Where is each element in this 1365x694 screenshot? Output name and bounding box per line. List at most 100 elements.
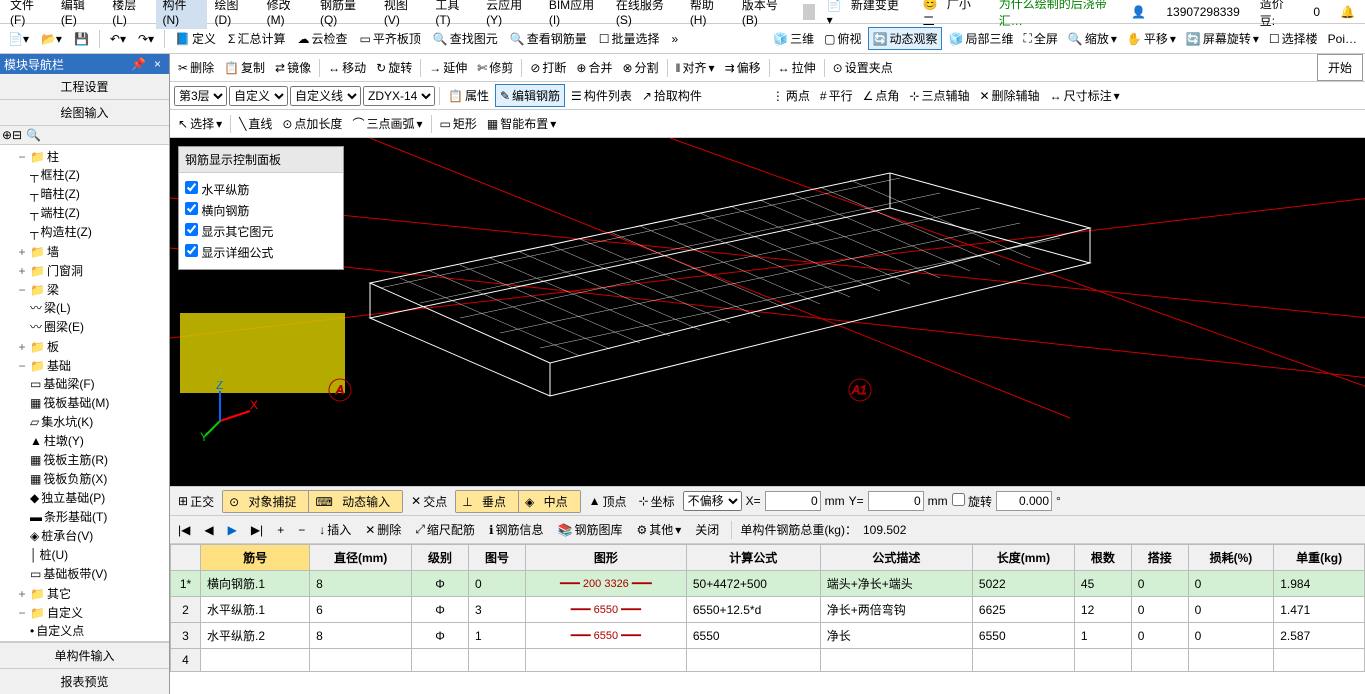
menu-version[interactable]: 版本号(B) xyxy=(736,0,797,29)
th-lap[interactable]: 搭接 xyxy=(1131,545,1188,571)
menu-rebar[interactable]: 钢筋量(Q) xyxy=(314,0,376,29)
th-grade[interactable]: 级别 xyxy=(412,545,469,571)
close-button[interactable]: 关闭 xyxy=(691,519,723,540)
menu-file[interactable]: 文件(F) xyxy=(4,0,53,29)
cloud-check-button[interactable]: ☁ 云检查 xyxy=(293,28,351,49)
top-view-button[interactable]: ▢ 俯视 xyxy=(820,27,865,50)
offset-button[interactable]: ⇉ 偏移 xyxy=(721,57,765,78)
component-list-button[interactable]: ☰ 构件列表 xyxy=(567,85,636,106)
two-point-button[interactable]: ⋮ 两点 xyxy=(768,85,814,106)
perp-toggle[interactable]: ⊥ 垂点 xyxy=(456,491,519,512)
stretch-button[interactable]: ↔ 拉伸 xyxy=(774,57,820,78)
view-rebar-qty-button[interactable]: 🔍 查看钢筋量 xyxy=(506,28,591,49)
insert-row-button[interactable]: ↓ 插入 xyxy=(315,519,355,540)
menu-modify[interactable]: 修改(M) xyxy=(261,0,312,29)
open-file-icon[interactable]: 📂▾ xyxy=(37,30,66,48)
coord-toggle[interactable]: ⊹ 坐标 xyxy=(635,491,679,512)
nav-first-icon[interactable]: |◀ xyxy=(174,521,194,539)
tree-ring-beam[interactable]: 〰 圈梁(E) xyxy=(30,317,167,336)
table-row[interactable]: 4 xyxy=(171,649,1365,672)
line-tool[interactable]: ╲ 直线 xyxy=(235,113,276,134)
tree-constr-col[interactable]: ┬ 构造柱(Z) xyxy=(30,222,167,241)
three-point-axis-button[interactable]: ⊹ 三点辅轴 xyxy=(905,85,973,106)
offset-select[interactable]: 不偏移 xyxy=(683,491,742,511)
set-grip-button[interactable]: ⊙ 设置夹点 xyxy=(829,57,897,78)
tab-draw-input[interactable]: 绘图输入 xyxy=(0,100,169,126)
menu-cloud[interactable]: 云应用(Y) xyxy=(480,0,541,29)
tree-slab[interactable]: +📁 板 xyxy=(16,337,167,356)
align-button[interactable]: ‖ 对齐 ▾ xyxy=(672,57,719,78)
tree-end-col[interactable]: ┬ 端柱(Z) xyxy=(30,203,167,222)
tree-other[interactable]: +📁 其它 xyxy=(16,584,167,603)
move-button[interactable]: ↔ 移动 xyxy=(324,57,370,78)
y-input[interactable] xyxy=(868,491,924,511)
floor-select[interactable]: 第3层 xyxy=(174,86,227,106)
tree-wall[interactable]: +📁 墙 xyxy=(16,242,167,261)
poi-button[interactable]: Poi… xyxy=(1324,27,1361,50)
menu-help[interactable]: 帮助(H) xyxy=(684,0,734,29)
custom-select[interactable]: 自定义 xyxy=(229,86,288,106)
delete-row-button[interactable]: ✕ 删除 xyxy=(361,519,405,540)
orthogonal-toggle[interactable]: ⊞ 正交 xyxy=(174,491,218,512)
tree-sump[interactable]: ▱ 集水坑(K) xyxy=(30,412,167,431)
menu-bim[interactable]: BIM应用(I) xyxy=(543,0,608,29)
pick-component-button[interactable]: ↗ 拾取构件 xyxy=(638,85,706,106)
local-3d-button[interactable]: 🧊 局部三维 xyxy=(944,27,1017,50)
snap-toggle[interactable]: ⊙ 对象捕捉 xyxy=(223,491,309,512)
tree-expand-icon[interactable]: ⊕⊟ xyxy=(2,128,22,142)
tree-found-strip[interactable]: ▭ 基础板带(V) xyxy=(30,564,167,583)
screen-rotate-button[interactable]: 🔄 屏幕旋转 ▾ xyxy=(1182,27,1263,50)
check-detail-formula[interactable]: 显示详细公式 xyxy=(185,242,337,263)
undo-icon[interactable]: ↶▾ xyxy=(106,30,130,48)
dynamic-input-toggle[interactable]: ⌨ 动态输入 xyxy=(309,491,402,512)
menu-online[interactable]: 在线服务(S) xyxy=(610,0,682,29)
tree-iso-found[interactable]: ◆ 独立基础(P) xyxy=(30,488,167,507)
find-element-button[interactable]: 🔍 查找图元 xyxy=(429,28,502,49)
th-count[interactable]: 根数 xyxy=(1074,545,1131,571)
select-floor-button[interactable]: ☐ 选择楼 xyxy=(1265,27,1322,50)
nav-prev-icon[interactable]: ◀ xyxy=(200,521,217,539)
summary-calc-button[interactable]: Σ 汇总计算 xyxy=(224,28,289,49)
tab-report-preview[interactable]: 报表预览 xyxy=(0,668,169,694)
tab-single-component[interactable]: 单构件输入 xyxy=(0,642,169,668)
th-dia[interactable]: 直径(mm) xyxy=(310,545,412,571)
menu-component[interactable]: 构件(N) xyxy=(156,0,206,29)
tree-custom-point[interactable]: • 自定义点 xyxy=(30,621,167,640)
toolbar1-overflow[interactable]: » xyxy=(668,30,683,48)
zoom-button[interactable]: 🔍 缩放 ▾ xyxy=(1064,27,1121,50)
menu-floor[interactable]: 楼层(L) xyxy=(106,0,154,29)
tree-pile-cap[interactable]: ◈ 桩承台(V) xyxy=(30,526,167,545)
tree-hidden-col[interactable]: ┬ 暗柱(Z) xyxy=(30,184,167,203)
point-angle-button[interactable]: ∠ 点角 xyxy=(859,85,904,106)
close-icon[interactable]: × xyxy=(150,57,165,71)
orbit-view-button[interactable]: 🔄 动态观察 xyxy=(868,27,943,50)
batch-select-button[interactable]: ☐ 批量选择 xyxy=(595,28,664,49)
th-length[interactable]: 长度(mm) xyxy=(972,545,1074,571)
break-button[interactable]: ⊘ 打断 xyxy=(526,57,570,78)
menu-draw[interactable]: 绘图(D) xyxy=(209,0,259,29)
new-file-icon[interactable]: 📄▾ xyxy=(4,30,33,48)
scale-rebar-button[interactable]: ⤢ 缩尺配筋 xyxy=(411,519,479,540)
fullscreen-button[interactable]: ⛶ 全屏 xyxy=(1019,27,1061,50)
merge-button[interactable]: ⊕ 合并 xyxy=(572,57,616,78)
rotate-input[interactable] xyxy=(996,491,1052,511)
edit-rebar-button[interactable]: ✎ 编辑钢筋 xyxy=(495,84,565,107)
tree-frame-col[interactable]: ┬ 框柱(Z) xyxy=(30,165,167,184)
trim-button[interactable]: ✄ 修剪 xyxy=(473,57,517,78)
th-name[interactable]: 筋号 xyxy=(201,545,310,571)
th-formula[interactable]: 计算公式 xyxy=(686,545,820,571)
tree-opening[interactable]: +📁 门窗洞 xyxy=(16,261,167,280)
th-loss[interactable]: 损耗(%) xyxy=(1188,545,1274,571)
remove-row-icon[interactable]: − xyxy=(294,521,309,539)
dimension-button[interactable]: ↔ 尺寸标注 ▾ xyxy=(1046,85,1124,106)
tree-pile[interactable]: │ 桩(U) xyxy=(30,545,167,564)
rect-tool[interactable]: ▭ 矩形 xyxy=(436,113,481,134)
user-avatar-icon[interactable]: 👤 xyxy=(1125,3,1152,21)
parallel-button[interactable]: # 平行 xyxy=(816,85,857,106)
new-change-button[interactable]: 📄 新建变更 ▾ xyxy=(821,0,915,29)
3d-view-button[interactable]: 🧊 三维 xyxy=(769,27,818,50)
check-transverse-rebar[interactable]: 横向钢筋 xyxy=(185,200,337,221)
tree-col-pier[interactable]: ▲ 柱墩(Y) xyxy=(30,431,167,450)
pin-icon[interactable]: 📌 xyxy=(127,57,150,71)
mirror-button[interactable]: ⇄ 镜像 xyxy=(271,57,315,78)
